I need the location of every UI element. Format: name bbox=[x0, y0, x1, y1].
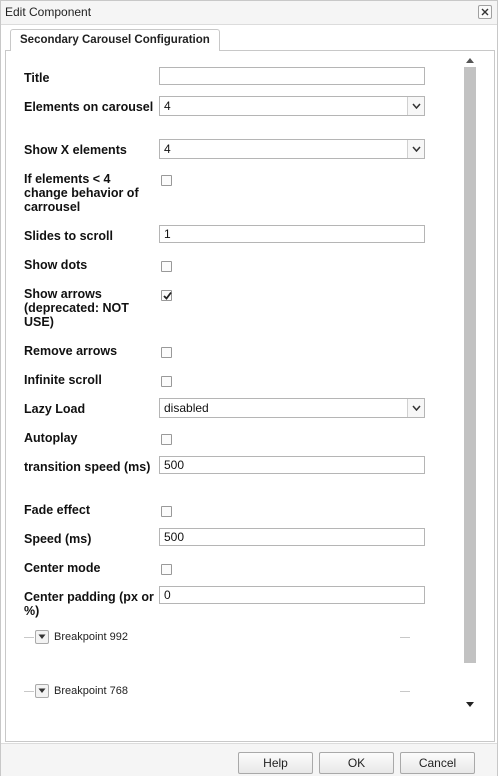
vertical-scrollbar[interactable] bbox=[462, 51, 478, 716]
tab-strip: Secondary Carousel Configuration bbox=[5, 27, 495, 52]
elements-on-carousel-label: Elements on carousel bbox=[24, 100, 154, 114]
cancel-button[interactable]: Cancel bbox=[400, 752, 475, 774]
transition-speed-label: transition speed (ms) bbox=[24, 460, 151, 474]
show-x-elements-label: Show X elements bbox=[24, 143, 127, 157]
fade-effect-label: Fade effect bbox=[24, 503, 90, 517]
infinite-scroll-checkbox[interactable] bbox=[161, 376, 172, 387]
tree-line bbox=[400, 637, 410, 638]
remove-arrows-checkbox[interactable] bbox=[161, 347, 172, 358]
show-x-elements-select[interactable]: 4 bbox=[159, 139, 425, 159]
change-behavior-label: If elements < 4 change behavior of carro… bbox=[24, 172, 139, 214]
slides-to-scroll-field[interactable]: 1 bbox=[159, 225, 425, 243]
center-mode-checkbox[interactable] bbox=[161, 564, 172, 575]
tree-line bbox=[24, 637, 34, 638]
help-button[interactable]: Help bbox=[238, 752, 313, 774]
remove-arrows-label: Remove arrows bbox=[24, 344, 118, 358]
breakpoint-992: Breakpoint 992 bbox=[24, 630, 424, 646]
show-dots-checkbox[interactable] bbox=[161, 261, 172, 272]
ok-button[interactable]: OK bbox=[319, 752, 394, 774]
checkmark-icon bbox=[163, 291, 172, 300]
chevron-down-icon[interactable] bbox=[407, 140, 424, 158]
lazy-load-select[interactable]: disabled bbox=[159, 398, 425, 418]
breakpoint-768-label: Breakpoint 768 bbox=[54, 685, 128, 697]
tab-secondary-carousel-configuration[interactable]: Secondary Carousel Configuration bbox=[10, 29, 220, 52]
speed-label: Speed (ms) bbox=[24, 532, 92, 546]
slides-to-scroll-label: Slides to scroll bbox=[24, 229, 113, 243]
breakpoint-768-toggle[interactable] bbox=[35, 684, 49, 698]
edit-component-dialog: Edit Component Secondary Carousel Config… bbox=[0, 0, 498, 776]
show-dots-label: Show dots bbox=[24, 258, 88, 272]
chevron-down-icon bbox=[38, 688, 46, 693]
tree-line bbox=[400, 691, 410, 692]
title-field[interactable] bbox=[159, 67, 425, 85]
show-arrows-checkbox[interactable] bbox=[161, 290, 172, 301]
elements-on-carousel-value: 4 bbox=[164, 99, 171, 113]
autoplay-checkbox[interactable] bbox=[161, 434, 172, 445]
breakpoint-768: Breakpoint 768 bbox=[24, 684, 424, 700]
tree-line bbox=[24, 691, 34, 692]
fade-effect-checkbox[interactable] bbox=[161, 506, 172, 517]
scroll-down-icon[interactable] bbox=[462, 699, 478, 709]
window-title: Edit Component bbox=[5, 5, 92, 19]
form-content: Title Elements on carousel 4 Show X elem… bbox=[6, 51, 461, 741]
change-behavior-checkbox[interactable] bbox=[161, 175, 172, 186]
center-padding-field[interactable]: 0 bbox=[159, 586, 425, 604]
infinite-scroll-label: Infinite scroll bbox=[24, 373, 102, 387]
lazy-load-value: disabled bbox=[164, 401, 209, 415]
scrollbar-thumb[interactable] bbox=[464, 67, 476, 663]
breakpoint-992-toggle[interactable] bbox=[35, 630, 49, 644]
center-mode-label: Center mode bbox=[24, 561, 101, 575]
title-label: Title bbox=[24, 71, 50, 85]
close-icon bbox=[481, 8, 489, 16]
scroll-up-icon[interactable] bbox=[462, 55, 478, 65]
chevron-down-icon[interactable] bbox=[407, 399, 424, 417]
elements-on-carousel-select[interactable]: 4 bbox=[159, 96, 425, 116]
chevron-down-icon bbox=[38, 634, 46, 639]
title-bar: Edit Component bbox=[1, 1, 497, 25]
autoplay-label: Autoplay bbox=[24, 431, 78, 445]
show-arrows-label: Show arrows (deprecated: NOT USE) bbox=[24, 287, 129, 329]
show-x-elements-value: 4 bbox=[164, 142, 171, 156]
tab-panel: Title Elements on carousel 4 Show X elem… bbox=[5, 51, 495, 742]
lazy-load-label: Lazy Load bbox=[24, 402, 86, 416]
speed-field[interactable]: 500 bbox=[159, 528, 425, 546]
close-button[interactable] bbox=[478, 5, 492, 19]
dialog-footer: Help OK Cancel bbox=[1, 743, 497, 776]
transition-speed-field[interactable]: 500 bbox=[159, 456, 425, 474]
chevron-down-icon[interactable] bbox=[407, 97, 424, 115]
breakpoint-992-label: Breakpoint 992 bbox=[54, 631, 128, 643]
center-padding-label: Center padding (px or %) bbox=[24, 590, 154, 618]
